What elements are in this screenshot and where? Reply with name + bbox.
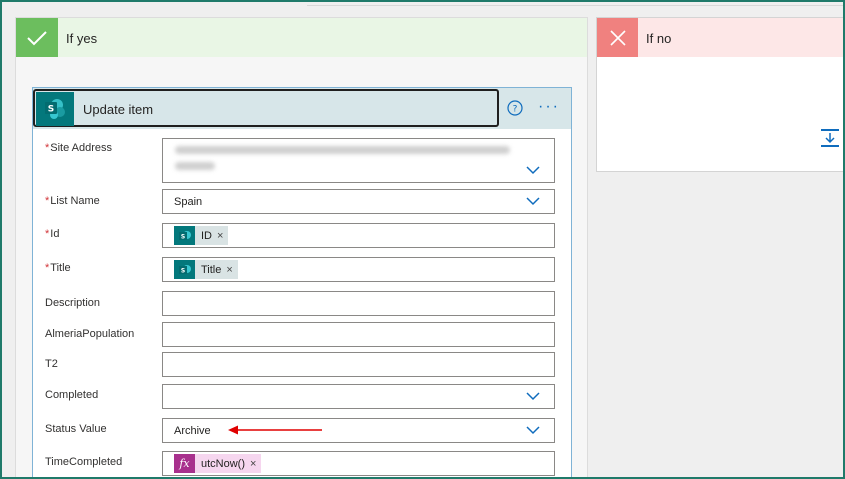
id-token-label: ID: [201, 229, 212, 242]
card-title-bar[interactable]: S Update item: [33, 89, 499, 127]
close-icon[interactable]: ×: [226, 264, 232, 276]
blurred-site-text: [175, 146, 510, 154]
chevron-down-icon[interactable]: [526, 426, 540, 435]
if-no-header[interactable]: If no: [597, 18, 843, 57]
red-arrow-icon: [228, 425, 322, 435]
close-icon[interactable]: ×: [250, 458, 256, 470]
title-label: *Title: [45, 262, 71, 274]
if-no-title: If no: [646, 31, 672, 46]
connector-line: [307, 5, 843, 6]
almeria-population-label: AlmeriaPopulation: [45, 328, 135, 340]
svg-text:S: S: [48, 105, 54, 115]
t2-field[interactable]: [162, 352, 555, 377]
t2-label: T2: [45, 358, 58, 370]
title-field[interactable]: S Title ×: [162, 257, 555, 282]
sharepoint-icon: S: [36, 92, 74, 126]
sharepoint-icon: S: [174, 260, 195, 279]
chevron-down-icon[interactable]: [526, 166, 540, 175]
canvas: If yes If no S Update item ? ··· *Site A…: [0, 0, 845, 479]
chevron-down-icon[interactable]: [526, 392, 540, 401]
time-completed-token-label: utcNow(): [201, 457, 246, 470]
close-icon[interactable]: ×: [217, 230, 223, 242]
sharepoint-icon: S: [174, 226, 195, 245]
add-action-icon[interactable]: [819, 127, 841, 149]
blurred-site-text: [175, 162, 215, 170]
site-address-field[interactable]: [162, 138, 555, 183]
site-address-label: *Site Address: [45, 142, 113, 154]
check-icon: [16, 18, 58, 57]
time-completed-token[interactable]: fx utcNow() ×: [174, 454, 262, 473]
if-yes-title: If yes: [66, 31, 98, 46]
almeria-population-field[interactable]: [162, 322, 555, 347]
time-completed-field[interactable]: fx utcNow() ×: [162, 451, 555, 476]
expression-icon: fx: [174, 454, 195, 473]
card-title: Update item: [83, 102, 154, 117]
if-yes-header[interactable]: If yes: [16, 18, 587, 57]
status-value-label: Status Value: [45, 423, 107, 435]
id-field[interactable]: S ID ×: [162, 223, 555, 248]
id-token[interactable]: S ID ×: [174, 226, 229, 245]
id-label: *Id: [45, 228, 60, 240]
svg-text:S: S: [180, 233, 184, 240]
time-completed-label: TimeCompleted: [45, 456, 123, 468]
completed-field[interactable]: [162, 384, 555, 409]
description-label: Description: [45, 297, 101, 309]
update-item-card: S Update item ? ··· *Site Address *List …: [32, 87, 572, 477]
status-value-field[interactable]: Archive: [162, 418, 555, 443]
close-icon: [597, 18, 638, 57]
svg-text:S: S: [180, 267, 184, 274]
completed-label: Completed: [45, 389, 99, 401]
description-field[interactable]: [162, 291, 555, 316]
help-icon[interactable]: ?: [506, 99, 524, 117]
status-value-value: Archive: [174, 425, 211, 437]
if-no-branch: If no: [596, 17, 843, 172]
card-header: S Update item ? ···: [33, 88, 571, 129]
title-token-label: Title: [201, 263, 222, 276]
title-token[interactable]: S Title ×: [174, 260, 238, 279]
list-name-field[interactable]: Spain: [162, 189, 555, 214]
list-name-value: Spain: [174, 196, 203, 208]
chevron-down-icon[interactable]: [526, 197, 540, 206]
more-icon[interactable]: ···: [538, 99, 560, 115]
list-name-label: *List Name: [45, 195, 100, 207]
svg-text:?: ?: [513, 105, 518, 115]
